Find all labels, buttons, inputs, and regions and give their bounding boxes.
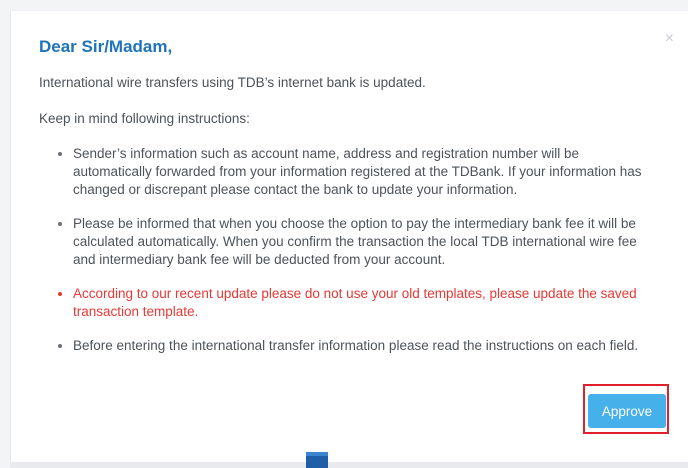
instruction-item: Please be informed that when you choose … bbox=[58, 215, 653, 269]
instruction-item: Sender’s information such as account nam… bbox=[58, 145, 653, 199]
instructions-list: Sender’s information such as account nam… bbox=[58, 145, 653, 371]
approve-button[interactable]: Approve bbox=[588, 394, 666, 428]
close-icon[interactable]: × bbox=[665, 31, 674, 47]
instruction-item: Before entering the international transf… bbox=[58, 337, 653, 355]
dialog-title: Dear Sir/Madam, bbox=[39, 37, 173, 56]
background-page-element bbox=[306, 452, 328, 468]
instructions-heading: Keep in mind following instructions: bbox=[39, 111, 250, 126]
background-page-strip bbox=[10, 462, 688, 468]
instruction-item-warning: According to our recent update please do… bbox=[58, 285, 653, 321]
intro-text: International wire transfers using TDB’s… bbox=[39, 75, 426, 90]
